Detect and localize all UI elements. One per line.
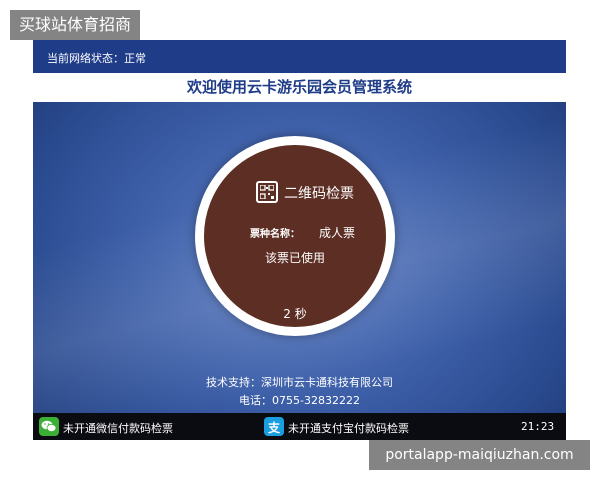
bottom-bar: 未开通微信付款码检票 支 未开通支付宝付款码检票 21:23 — [33, 413, 566, 440]
qr-code-icon — [256, 181, 278, 203]
ticket-type-label: 票种名称： — [250, 229, 300, 240]
phone-number-text: 电话：0755-32832222 — [239, 394, 360, 407]
alipay-glyph: 支 — [267, 421, 280, 435]
alipay-icon: 支 — [264, 417, 284, 436]
network-status-text: 当前网络状态：正常 — [47, 52, 146, 65]
title-bar: 欢迎使用云卡游乐园会员管理系统 — [33, 73, 566, 102]
status-bar: 当前网络状态：正常 — [33, 40, 566, 73]
watermark-bottom-label: portalapp-maiqiuzhan.com — [369, 440, 590, 470]
qr-check-heading: 二维码检票 — [284, 186, 354, 202]
wechat-icon — [39, 417, 59, 436]
wechat-pay-status: 未开通微信付款码检票 — [63, 422, 173, 435]
watermark-top-label: 买球站体育招商 — [10, 10, 140, 40]
kiosk-screen: 当前网络状态：正常 欢迎使用云卡游乐园会员管理系统 二维码检票 票种名称： 成人… — [33, 40, 566, 440]
clock: 21:23 — [521, 420, 555, 433]
system-title: 欢迎使用云卡游乐园会员管理系统 — [186, 78, 412, 96]
alipay-status: 未开通支付宝付款码检票 — [288, 422, 409, 435]
ticket-check-panel: 二维码检票 票种名称： 成人票 该票已使用 2 秒 — [195, 136, 395, 336]
tech-support-text: 技术支持：深圳市云卡通科技有限公司 — [206, 376, 393, 389]
ticket-type-value: 成人票 — [319, 226, 356, 240]
ticket-status-message: 该票已使用 — [264, 251, 325, 265]
countdown-timer: 2 秒 — [283, 307, 307, 321]
